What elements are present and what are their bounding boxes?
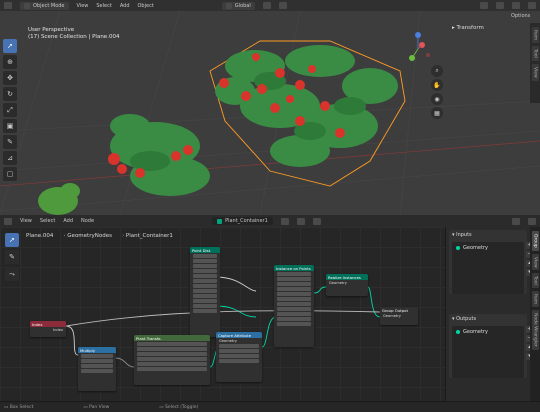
snap-icon[interactable] (262, 2, 271, 9)
transform-tool-icon[interactable]: ▣ (3, 119, 17, 133)
outputs-panel: ▾ Outputs Geometry + − ▴ ▾ (449, 314, 533, 378)
menu-object[interactable]: Object (138, 3, 154, 9)
point-distribute-node[interactable]: Point Dist. (190, 247, 220, 337)
status-pan-view: ▭ Pan View (83, 404, 110, 410)
group-sidebar: ▾ Inputs Geometry + − ▴ ▾ ▾ Outputs Geom… (445, 227, 533, 401)
tab-item[interactable]: Item (531, 291, 539, 308)
group-output-node[interactable]: Group Output Geometry (380, 307, 418, 325)
cursor-tool-icon[interactable]: ⊕ (3, 55, 17, 69)
perspective-label: User Perspective (28, 27, 75, 33)
overlay-icon[interactable] (480, 2, 488, 9)
status-select-toggle: ▭ Select (Toggle) (159, 404, 199, 410)
status-box-select: ▭ Box Select (4, 404, 34, 410)
unlink-icon[interactable] (312, 217, 321, 225)
3d-viewport[interactable]: User Perspective (17) Scene Collection |… (0, 11, 540, 215)
transform-panel-header[interactable]: ▸ Transform (452, 25, 484, 31)
node-tree-icon (217, 218, 223, 224)
node-editor-type-icon[interactable] (4, 217, 12, 225)
menu-view[interactable]: View (77, 3, 89, 9)
tool-shelf: ➚ ⊕ ✥ ↻ ⤢ ▣ ✎ ⊿ ▢ (3, 39, 19, 181)
orientation-icon (225, 2, 232, 9)
menu-select[interactable]: Select (96, 3, 111, 9)
inputs-panel: ▾ Inputs Geometry + − ▴ ▾ (449, 230, 533, 294)
geometry-socket-icon (456, 330, 460, 334)
viewport-header: Object Mode View Select Add Object Globa… (0, 0, 540, 11)
annotate-tool-icon[interactable]: ✎ (3, 135, 17, 149)
outputs-list[interactable]: Geometry + − ▴ ▾ (452, 326, 533, 378)
plant-transform-node[interactable]: Plant Transfo. (134, 335, 210, 385)
measure-tool-icon[interactable]: ⊿ (3, 151, 17, 165)
instance-on-points-node[interactable]: Instance on Points (274, 265, 314, 347)
pin-icon[interactable] (512, 217, 520, 225)
tab-view[interactable]: View (531, 64, 539, 81)
index-node[interactable]: Index Index (30, 321, 66, 337)
fake-user-icon[interactable] (280, 217, 289, 225)
tab-tool[interactable]: Tool (531, 273, 539, 289)
pan-hand-icon[interactable]: ✋ (431, 79, 443, 91)
options-dropdown[interactable]: Options (508, 12, 534, 20)
scene-render (0, 11, 540, 215)
realize-instances-node[interactable]: Realize Instances Geometry (326, 274, 368, 296)
duplicate-icon[interactable] (296, 217, 305, 225)
viewport-side-tabs: Item Tool View (530, 23, 540, 103)
orientation-dropdown[interactable]: Global (221, 1, 255, 10)
tab-view[interactable]: View (531, 253, 539, 271)
collection-label: (17) Scene Collection | Plane.004 (28, 34, 120, 40)
node-editor-header: View Select Add Node Plant_Container1 (0, 215, 540, 227)
add-cube-tool-icon[interactable]: ▢ (3, 167, 17, 181)
proportional-edit-icon[interactable] (278, 2, 287, 9)
tab-group[interactable]: Group (531, 231, 539, 251)
menu-select[interactable]: Select (40, 218, 55, 224)
zoom-icon[interactable]: ⌕ (431, 65, 443, 77)
node-side-tabs: Group View Tool Item Node Wrangler (530, 227, 540, 401)
viewport-info: User Perspective (17) Scene Collection |… (28, 27, 119, 41)
editor-type-icon[interactable] (4, 2, 12, 9)
object-mode-icon (24, 2, 30, 9)
tab-item[interactable]: Item (531, 27, 539, 44)
menu-view[interactable]: View (20, 218, 32, 224)
grid-view-icon[interactable]: ▦ (431, 107, 443, 119)
shading-solid-icon[interactable] (496, 2, 504, 9)
scale-tool-icon[interactable]: ⤢ (3, 103, 17, 117)
shading-material-icon[interactable] (512, 2, 520, 9)
capture-attribute-node[interactable]: Capture Attribute Geometry (216, 332, 262, 382)
select-tool-icon[interactable]: ➚ (3, 39, 17, 53)
menu-add[interactable]: Add (63, 218, 73, 224)
mode-dropdown[interactable]: Object Mode (20, 1, 69, 10)
node-group-selector[interactable]: Plant_Container1 (212, 217, 273, 225)
tab-tool[interactable]: Tool (531, 46, 539, 61)
camera-icon[interactable]: ◉ (431, 93, 443, 105)
input-item-geometry[interactable]: Geometry (452, 242, 524, 254)
menu-node[interactable]: Node (81, 218, 94, 224)
multiply-node[interactable]: Multiply (78, 347, 116, 391)
inputs-list[interactable]: Geometry + − ▴ ▾ (452, 242, 533, 294)
rotate-tool-icon[interactable]: ↻ (3, 87, 17, 101)
shading-rendered-icon[interactable] (528, 2, 536, 9)
output-item-geometry[interactable]: Geometry (452, 326, 524, 338)
status-bar: ▭ Box Select ▭ Pan View ▭ Select (Toggle… (0, 401, 540, 412)
node-canvas[interactable]: ➚ ✎ ⤳ Plane.004 GeometryNodes Plant_Cont… (0, 227, 445, 401)
menu-add[interactable]: Add (120, 3, 130, 9)
overlay-icon[interactable] (528, 217, 536, 225)
move-tool-icon[interactable]: ✥ (3, 71, 17, 85)
tab-node-wrangler[interactable]: Node Wrangler (531, 310, 539, 350)
geometry-socket-icon (456, 246, 460, 250)
